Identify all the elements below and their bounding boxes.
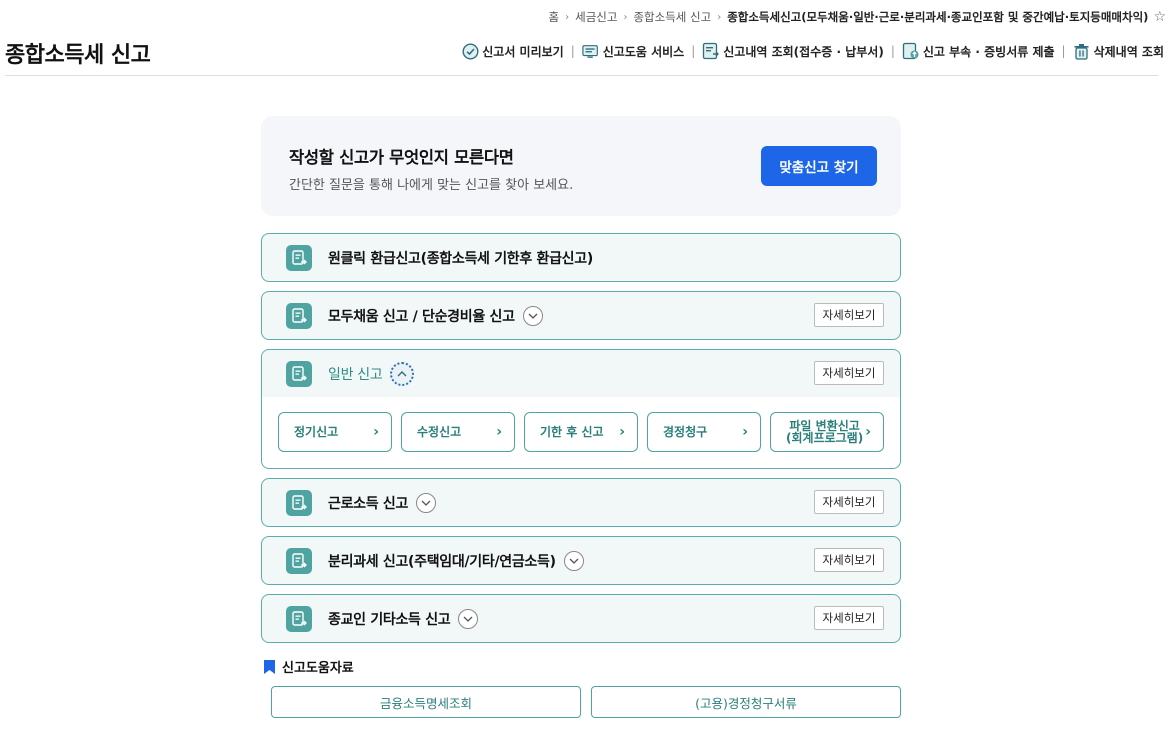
history-icon [702, 42, 720, 60]
trash-icon [1073, 42, 1091, 60]
general-report-options: 정기신고 › 수정신고 › 기한 후 신고 › 경정청구 › 파일 변환신고 (… [262, 397, 900, 468]
upload-doc-label: 신고 부속 · 증빙서류 제출 [922, 44, 1055, 59]
find-report-button[interactable]: 맞춤신고 찾기 [761, 146, 877, 186]
star-icon[interactable]: ☆ [1153, 9, 1166, 25]
chevron-right-icon: › [742, 424, 748, 440]
sub-item-label: 정기신고 [294, 425, 339, 439]
help-resources: 신고도움자료 금융소득명세조회 (고용)경정청구서류 [264, 657, 901, 718]
document-icon [286, 547, 312, 574]
late-report-button[interactable]: 기한 후 신고 › [524, 412, 638, 452]
card-header[interactable]: 일반 신고 자세히보기 [262, 350, 900, 397]
detail-button[interactable]: 자세히보기 [814, 490, 884, 514]
chevron-right-icon: › [865, 424, 871, 440]
sub-item-label: 기한 후 신고 [540, 425, 604, 439]
chevron-down-icon[interactable] [416, 492, 437, 513]
report-card-general[interactable]: 일반 신고 자세히보기 정기신고 › 수정신고 › 기한 후 신고 › 경정청구… [261, 349, 901, 469]
sub-item-label: 수정신고 [417, 425, 462, 439]
header-divider [5, 75, 1158, 76]
detail-button[interactable]: 자세히보기 [814, 303, 884, 327]
report-card-religious[interactable]: 종교인 기타소득 신고 자세히보기 [261, 594, 901, 643]
report-card-separate-tax[interactable]: 분리과세 신고(주택임대/기타/연금소득) 자세히보기 [261, 536, 901, 585]
upload-doc-button[interactable]: 신고 부속 · 증빙서류 제출 [902, 42, 1055, 60]
detail-button[interactable]: 자세히보기 [814, 548, 884, 572]
preview-icon [461, 42, 479, 60]
chevron-right-icon: › [565, 11, 570, 23]
deleted-history-label: 삭제내역 조회 [1093, 44, 1164, 59]
sub-item-label: 파일 변환신고 (회계프로그램) [786, 419, 864, 445]
divider: | [1061, 44, 1066, 58]
chevron-up-icon[interactable] [390, 361, 415, 386]
breadcrumb-current: 종합소득세신고(모두채움·일반·근로·분리과세·종교인포함 및 중간예납·토지등… [727, 10, 1149, 24]
card-header[interactable]: 종교인 기타소득 신고 자세히보기 [262, 595, 900, 642]
document-icon [286, 605, 312, 632]
upload-doc-icon [902, 42, 920, 60]
document-icon [286, 360, 312, 387]
breadcrumb-home[interactable]: 홈 [549, 9, 560, 25]
breadcrumb-tax-report[interactable]: 세금신고 [575, 9, 617, 25]
sub-item-label: 경정청구 [663, 425, 708, 439]
page-title: 종합소득세 신고 [5, 43, 151, 68]
card-title: 모두채움 신고 / 단순경비율 신고 [328, 308, 515, 325]
chevron-right-icon: › [496, 424, 502, 440]
breadcrumb-income-tax[interactable]: 종합소득세 신고 [633, 9, 711, 25]
history-label: 신고내역 조회(접수증 · 납부서) [723, 44, 884, 59]
bookmark-icon [264, 659, 275, 674]
detail-button[interactable]: 자세히보기 [814, 606, 884, 630]
divider: | [890, 44, 895, 58]
quick-menu: 신고서 미리보기 | 신고도움 서비스 | 신고내역 조회(접수증 · 납부서)… [461, 42, 1164, 60]
financial-income-lookup-button[interactable]: 금융소득명세조회 [271, 686, 581, 718]
document-icon [286, 302, 312, 329]
divider: | [691, 44, 696, 58]
main-content: 작성할 신고가 무엇인지 모른다면 간단한 질문을 통해 나에게 맞는 신고를 … [261, 116, 901, 643]
card-title: 근로소득 신고 [328, 495, 409, 512]
card-header[interactable]: 분리과세 신고(주택임대/기타/연금소득) 자세히보기 [262, 537, 900, 584]
help-service-icon [582, 42, 600, 60]
chevron-right-icon: › [623, 11, 628, 23]
chevron-down-icon[interactable] [522, 305, 543, 326]
card-header[interactable]: 모두채움 신고 / 단순경비율 신고 자세히보기 [262, 292, 900, 339]
chevron-right-icon: › [619, 424, 625, 440]
divider: | [570, 44, 575, 58]
help-service-label: 신고도움 서비스 [602, 44, 685, 59]
chevron-right-icon: › [717, 11, 722, 23]
card-title: 종교인 기타소득 신고 [328, 611, 451, 628]
regular-report-button[interactable]: 정기신고 › [278, 412, 392, 452]
amended-report-button[interactable]: 수정신고 › [401, 412, 515, 452]
employment-claim-docs-button[interactable]: (고용)경정청구서류 [591, 686, 901, 718]
detail-button[interactable]: 자세히보기 [814, 361, 884, 385]
chevron-right-icon: › [373, 424, 379, 440]
report-finder-banner: 작성할 신고가 무엇인지 모른다면 간단한 질문을 통해 나에게 맞는 신고를 … [261, 116, 901, 216]
card-title: 분리과세 신고(주택임대/기타/연금소득) [328, 553, 556, 570]
history-button[interactable]: 신고내역 조회(접수증 · 납부서) [702, 42, 884, 60]
document-icon [286, 489, 312, 516]
report-card-oneclick[interactable]: 원클릭 환급신고(종합소득세 기한후 환급신고) [261, 233, 901, 282]
preview-label: 신고서 미리보기 [482, 44, 564, 59]
refund-claim-button[interactable]: 경정청구 › [647, 412, 761, 452]
report-card-earned-income[interactable]: 근로소득 신고 자세히보기 [261, 478, 901, 527]
chevron-down-icon[interactable] [563, 550, 584, 571]
card-title: 일반 신고 [328, 366, 383, 383]
help-service-button[interactable]: 신고도움 서비스 [582, 42, 684, 60]
resources-heading: 신고도움자료 [264, 657, 354, 676]
preview-button[interactable]: 신고서 미리보기 [461, 42, 564, 60]
card-header[interactable]: 근로소득 신고 자세히보기 [262, 479, 900, 526]
chevron-down-icon[interactable] [458, 608, 479, 629]
deleted-history-button[interactable]: 삭제내역 조회 [1073, 42, 1164, 60]
document-icon [286, 244, 312, 271]
report-card-prefilled[interactable]: 모두채움 신고 / 단순경비율 신고 자세히보기 [261, 291, 901, 340]
resources-links: 금융소득명세조회 (고용)경정청구서류 [271, 686, 901, 718]
card-title: 원클릭 환급신고(종합소득세 기한후 환급신고) [328, 250, 593, 267]
breadcrumb: 홈 › 세금신고 › 종합소득세 신고 › 종합소득세신고(모두채움·일반·근로… [549, 9, 1166, 25]
file-convert-report-button[interactable]: 파일 변환신고 (회계프로그램) › [770, 412, 884, 452]
resources-title: 신고도움자료 [282, 661, 354, 676]
card-header[interactable]: 원클릭 환급신고(종합소득세 기한후 환급신고) [262, 234, 900, 281]
